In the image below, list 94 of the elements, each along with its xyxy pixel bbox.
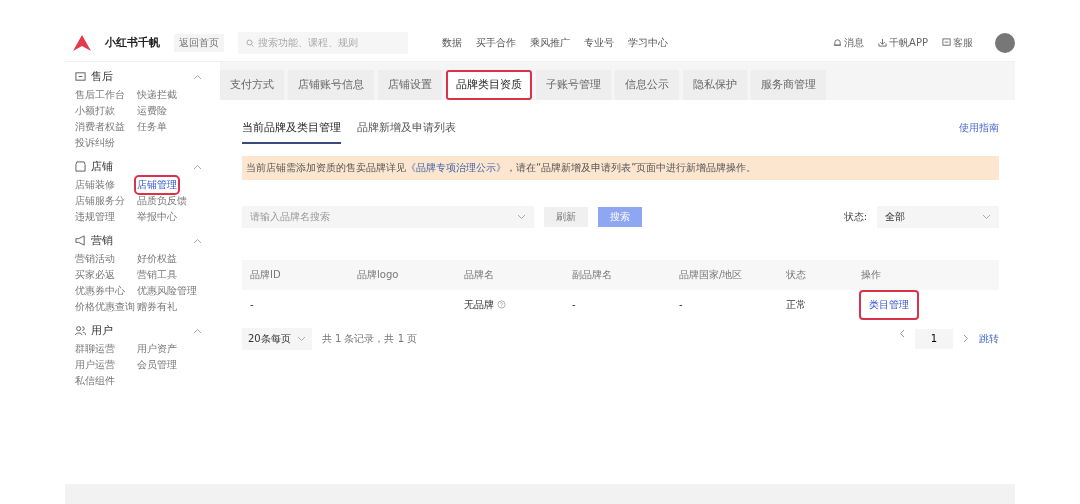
tab[interactable]: 服务商管理 [751,69,826,100]
chat-icon [942,38,951,48]
bell-icon [833,38,843,48]
sidebar-item[interactable]: 营销工具 [137,267,177,282]
next-page-icon[interactable] [963,334,969,344]
column-header: 副品牌名 [572,267,613,282]
sidebar-item[interactable]: 消费者权益 [75,119,125,134]
column-header: 品牌ID [250,267,282,282]
sidebar-item[interactable]: 运费险 [137,103,167,118]
sidebar-item[interactable]: 私信组件 [75,373,115,388]
previous-page-icon[interactable] [899,328,905,338]
sidebar-group-title[interactable]: 营销 [91,233,113,249]
column-header: 操作 [861,267,882,282]
chevron-down-icon [982,213,991,220]
sidebar-item[interactable]: 好价权益 [137,251,177,266]
nav-link[interactable]: 数据 [442,35,462,50]
tab[interactable]: 品牌类目资质 [446,69,532,100]
sidebar-group-title[interactable]: 店铺 [91,159,113,175]
notice-link[interactable]: 《品牌专项治理公示》 [406,161,506,173]
tab[interactable]: 子账号管理 [536,69,611,100]
column-header: 品牌名 [464,267,495,282]
users-icon [75,325,86,337]
search-icon [246,38,254,47]
header-link[interactable]: 客服 [953,35,973,50]
nav-link[interactable]: 乘风推广 [530,35,570,50]
table-cell: 正常 [786,297,806,312]
tab[interactable]: 店铺账号信息 [288,69,374,100]
tab[interactable]: 店铺设置 [378,69,442,100]
nav-link[interactable]: 买手合作 [476,35,516,50]
collapse-icon [193,73,202,80]
sidebar-item[interactable]: 店铺管理 [137,177,177,192]
sidebar-item[interactable]: 小额打款 [75,103,115,118]
table-cell: - [250,299,254,311]
sidebar-item[interactable]: 群聊运营 [75,341,115,356]
sidebar-item[interactable]: 任务单 [137,119,167,134]
table-cell: - [572,299,576,311]
sidebar-item[interactable]: 买家必返 [75,267,115,282]
sub-tab[interactable]: 品牌新增及申请列表 [357,120,456,144]
status-select[interactable]: 全部 [877,205,999,228]
sidebar-item[interactable]: 举报中心 [137,209,177,224]
header-link[interactable]: 千帆APP [889,35,928,50]
sidebar-group-title[interactable]: 用户 [91,323,113,339]
collapse-icon [193,163,202,170]
megaphone-icon [75,235,86,247]
store-icon [75,161,86,173]
brand-search-field[interactable]: 请输入品牌名搜索 [242,205,534,228]
table-cell: 无品牌 [464,297,494,312]
sub-tab[interactable]: 当前品牌及类目管理 [242,120,341,144]
sidebar-item[interactable]: 营销活动 [75,251,115,266]
table-cell: - [679,299,683,311]
header-link[interactable]: 消息 [844,35,865,50]
help-icon [497,300,506,310]
page-size-select[interactable]: 20条每页 [242,327,312,350]
sidebar-item[interactable]: 优惠券中心 [75,283,125,298]
tab[interactable]: 支付方式 [220,69,284,100]
sidebar-item[interactable]: 店铺装修 [75,177,115,192]
chevron-down-icon [517,213,526,220]
nav-link[interactable]: 专业号 [584,35,614,50]
tab[interactable]: 隐私保护 [683,69,747,100]
collapse-icon [193,327,202,334]
tab[interactable]: 信息公示 [615,69,679,100]
column-header: 品牌logo [357,267,400,282]
collapse-icon [193,237,202,244]
sidebar-item[interactable]: 违规管理 [75,209,115,224]
status-label: 状态: [843,209,867,224]
sidebar-item[interactable]: 用户运营 [75,357,115,372]
sidebar-item[interactable]: 品质负反馈 [137,193,187,208]
page-number[interactable]: 1 [915,328,953,349]
column-header: 状态 [786,267,807,282]
sidebar-item[interactable]: 优惠风险管理 [137,283,197,298]
avatar[interactable] [995,32,1015,53]
back-home-link[interactable]: 返回首页 [174,33,224,52]
guide-link[interactable]: 使用指南 [959,120,999,144]
logo-icon [73,34,91,51]
sidebar-item[interactable]: 投诉纠纷 [75,135,115,150]
box-icon [75,71,86,83]
download-icon [878,38,888,48]
sidebar-item[interactable]: 用户资产 [137,341,177,356]
sidebar-item[interactable]: 价格优惠查询 [75,299,135,314]
category-manage-link[interactable]: 类目管理 [861,291,917,318]
notice-banner: 当前店铺需添加资质的售卖品牌详见《品牌专项治理公示》，请在“品牌新增及申请列表”页面中进行新增品牌操作。 [242,155,999,180]
column-header: 品牌国家/地区 [679,267,744,282]
refresh-button[interactable]: 刷新 [544,206,588,227]
sidebar-group-title[interactable]: 售后 [91,69,113,85]
chevron-down-icon [296,335,306,342]
jump-link[interactable]: 跳转 [979,331,999,346]
sidebar-item[interactable]: 快递拦截 [137,87,177,102]
sidebar-item[interactable]: 售后工作台 [75,87,125,102]
app-name: 小红书千帆 [105,35,160,51]
sidebar-item[interactable]: 店铺服务分 [75,193,125,208]
sidebar-item[interactable]: 赠券有礼 [137,299,177,314]
nav-link[interactable]: 学习中心 [628,35,668,50]
sidebar-item[interactable]: 会员管理 [137,357,177,372]
record-summary: 共 1 条记录，共 1 页 [321,331,418,346]
